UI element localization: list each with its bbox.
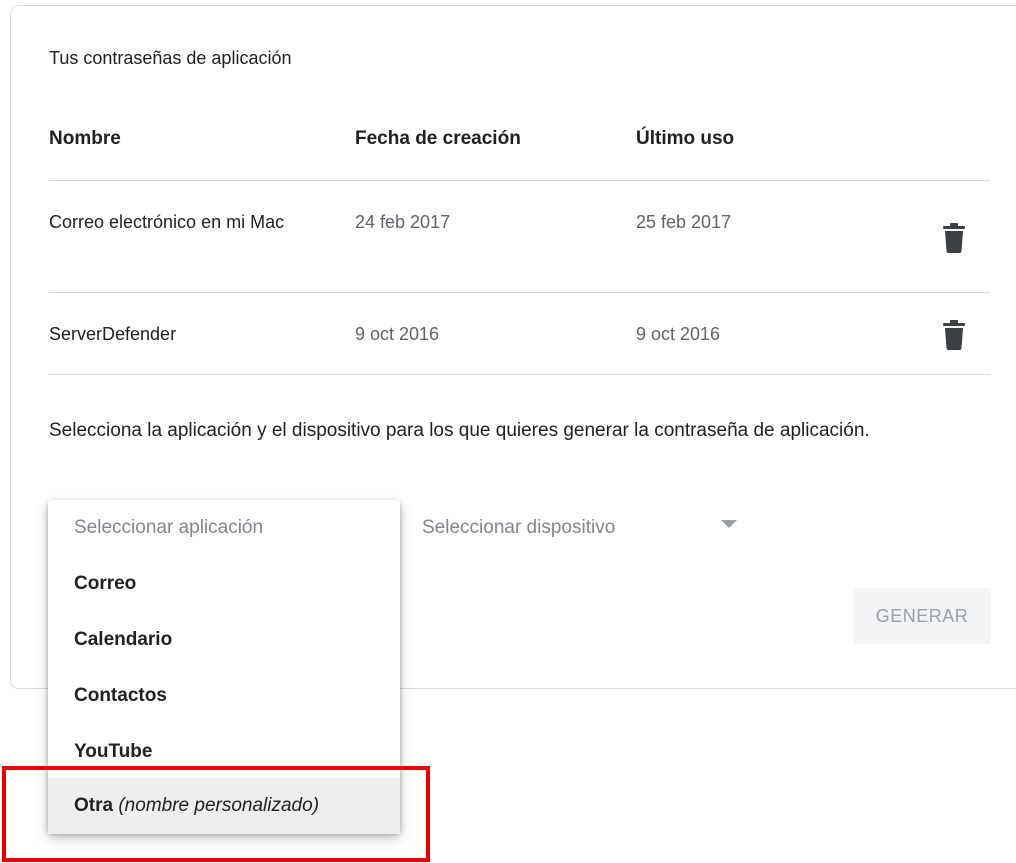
trash-icon[interactable] [943, 223, 965, 253]
table-divider [49, 292, 990, 293]
menu-item-calendario[interactable]: Calendario [48, 612, 400, 668]
column-header-created: Fecha de creación [355, 128, 521, 149]
table-divider [49, 180, 990, 181]
row-1-name: Correo electrónico en mi Mac [49, 212, 285, 232]
dropdown-arrow-icon[interactable] [721, 520, 737, 528]
highlight-annotation [2, 766, 430, 862]
row-2-last-used: 9 oct 2016 [636, 324, 721, 344]
column-header-last-used: Último uso [636, 128, 735, 149]
generate-button[interactable]: GENERAR [853, 588, 991, 644]
column-header-name: Nombre [49, 128, 121, 149]
menu-item-contactos[interactable]: Contactos [48, 668, 400, 724]
device-select[interactable]: Seleccionar dispositivo [422, 510, 752, 546]
row-1-last-used: 25 feb 2017 [636, 212, 732, 232]
app-select-placeholder[interactable]: Seleccionar aplicación [48, 500, 400, 556]
table-divider [49, 374, 990, 375]
row-1-created: 24 feb 2017 [355, 212, 451, 232]
row-2-name: ServerDefender [49, 324, 177, 344]
trash-icon[interactable] [943, 320, 965, 350]
section-title: Tus contraseñas de aplicación [49, 48, 292, 68]
row-2-created: 9 oct 2016 [355, 324, 440, 344]
instruction-text: Selecciona la aplicación y el dispositiv… [49, 420, 870, 441]
menu-item-correo[interactable]: Correo [48, 556, 400, 612]
